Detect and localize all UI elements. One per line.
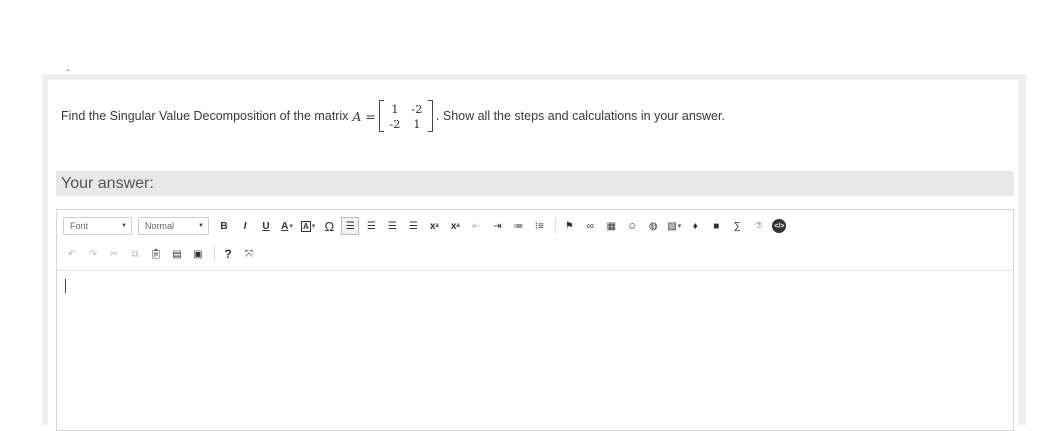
table-icon[interactable]: ▦: [602, 217, 620, 235]
paste-icon[interactable]: 📋︎: [147, 245, 165, 263]
redo-icon[interactable]: ↷: [84, 245, 102, 263]
toolbar-divider: [214, 246, 215, 262]
video-icon[interactable]: ■: [707, 217, 725, 235]
smiley-icon[interactable]: ☺: [623, 217, 641, 235]
special-char-button[interactable]: Ω: [320, 217, 338, 235]
chemistry-icon[interactable]: ⚗: [749, 217, 767, 235]
question-instruction: . Show all the steps and calculations in…: [435, 109, 725, 123]
matrix-label: A =: [352, 108, 376, 124]
align-justify-icon[interactable]: ☰: [404, 217, 422, 235]
font-select-label: Font: [70, 221, 89, 231]
superscript-button[interactable]: xa: [446, 217, 464, 235]
toolbar-divider: [555, 218, 557, 234]
align-right-icon[interactable]: ☰: [383, 217, 401, 235]
right-gutter: [1026, 74, 1042, 425]
text-cursor: [65, 279, 66, 293]
outdent-icon[interactable]: ⇤: [467, 217, 485, 235]
matrix: 1 -2 -2 1: [378, 100, 433, 132]
matrix-cell: 1: [413, 116, 421, 131]
chevron-down-icon: ▾: [311, 223, 316, 230]
cut-icon[interactable]: ✂: [105, 245, 123, 263]
subscript-button[interactable]: xa: [425, 217, 443, 235]
underline-button[interactable]: U: [257, 217, 275, 235]
source-code-button[interactable]: </>: [770, 217, 788, 235]
italic-button[interactable]: I: [236, 217, 254, 235]
maximize-icon[interactable]: ⤧: [240, 245, 258, 263]
question-text: Find the Singular Value Decomposition of…: [61, 100, 725, 132]
numbered-list-icon[interactable]: ≔: [509, 217, 527, 235]
align-center-icon[interactable]: ☰: [362, 217, 380, 235]
collapse-chevron-icon[interactable]: ˇ: [66, 69, 69, 80]
paste-word-icon[interactable]: ▣: [189, 245, 207, 263]
question-prompt: Find the Singular Value Decomposition of…: [61, 109, 349, 123]
matrix-cell: -2: [411, 101, 423, 116]
undo-icon[interactable]: ↶: [63, 245, 81, 263]
answer-header: Your answer:: [56, 171, 1014, 196]
chevron-down-icon: ▼: [121, 223, 127, 229]
help-button[interactable]: ?: [219, 245, 237, 263]
format-select-label: Normal: [145, 221, 175, 231]
format-select[interactable]: Normal ▼: [138, 217, 209, 235]
bg-color-icon: A: [301, 220, 311, 232]
paste-text-icon[interactable]: ▤: [168, 245, 186, 263]
chevron-down-icon: ▾: [289, 223, 293, 230]
sigma-icon[interactable]: ∑: [728, 217, 746, 235]
align-left-icon[interactable]: ☰: [341, 217, 360, 235]
flag-icon[interactable]: ⚑: [560, 217, 578, 235]
bg-color-button[interactable]: A ▾: [299, 217, 317, 235]
answer-label: Your answer:: [61, 174, 154, 192]
bullet-list-icon[interactable]: ⁝≡: [530, 217, 548, 235]
indent-icon[interactable]: ⇥: [488, 217, 506, 235]
editor-toolbar: Font ▼ Normal ▼ B I U A ▾ A ▾ Ω ☰ ☰ ☰ ☰ xa…: [57, 210, 1013, 271]
microphone-icon[interactable]: ♦: [686, 217, 704, 235]
image-icon[interactable]: ▨ ▾: [665, 217, 683, 235]
link-icon[interactable]: ∞: [581, 217, 599, 235]
bold-button[interactable]: B: [215, 217, 233, 235]
answer-textarea[interactable]: [57, 271, 1013, 429]
chevron-down-icon: ▼: [198, 223, 204, 229]
matrix-right-bracket: [427, 100, 433, 132]
rich-text-editor: Font ▼ Normal ▼ B I U A ▾ A ▾ Ω ☰ ☰ ☰ ☰ xa…: [56, 209, 1014, 431]
matrix-expression: A = 1 -2 -2 1: [352, 100, 433, 132]
text-color-button[interactable]: A ▾: [278, 217, 296, 235]
font-select[interactable]: Font ▼: [63, 217, 132, 235]
matrix-cell: -2: [389, 116, 401, 131]
globe-icon[interactable]: ◍: [644, 217, 662, 235]
matrix-cell: 1: [391, 101, 399, 116]
chevron-down-icon: ▾: [677, 223, 682, 230]
copy-icon[interactable]: ⧉: [126, 245, 144, 263]
